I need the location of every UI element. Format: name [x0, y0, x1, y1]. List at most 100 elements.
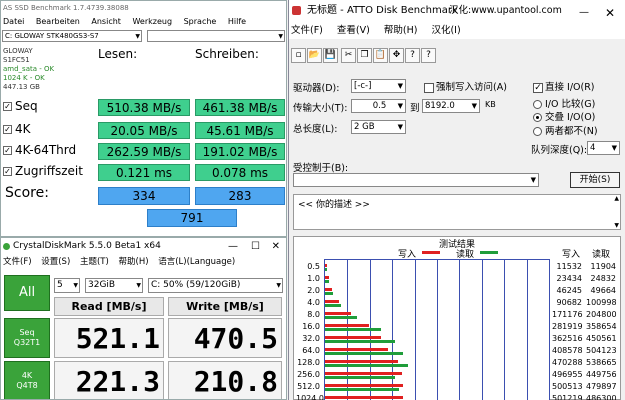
atto-menu-help[interactable]: 帮助(H): [384, 25, 418, 36]
menu-hilfe[interactable]: Hilfe: [228, 17, 246, 26]
help-icon[interactable]: ?: [405, 48, 420, 63]
drive-select[interactable]: C: GLOWAY STK480GS3-S7 ▼: [2, 30, 142, 42]
description-box[interactable]: << 你的描述 >> ▲ ▼: [293, 194, 621, 230]
read-value: 204800: [586, 310, 617, 319]
write-value: 500513: [552, 382, 583, 391]
menu-bearbeiten[interactable]: Bearbeiten: [36, 17, 80, 26]
count-select[interactable]: 5 ▼: [54, 278, 80, 293]
size-select[interactable]: 32GiB ▼: [85, 278, 143, 293]
paste-icon[interactable]: 📋: [373, 48, 388, 63]
driver-status: amd_sata - OK: [3, 65, 55, 73]
write-bar: [325, 276, 329, 279]
y-tick-label: 512.0: [297, 382, 320, 391]
checkbox-icon[interactable]: ✓: [3, 125, 12, 134]
overlap-io-option[interactable]: 交叠 I/O(O): [533, 109, 595, 123]
read-value: 486300: [586, 394, 617, 400]
close-icon[interactable]: ✕: [605, 2, 615, 24]
button-sublabel: Q32T1: [13, 338, 41, 347]
row-4k[interactable]: ✓ 4K: [3, 122, 31, 136]
minimize-icon[interactable]: —: [228, 238, 238, 255]
transfer-from-combo[interactable]: 0.5 ▼: [351, 99, 406, 113]
controlled-by-combo[interactable]: ▼: [293, 173, 539, 187]
atto-url: 汉化:www.upantool.com: [449, 5, 562, 16]
drive-value: C: 50% (59/120GiB): [151, 280, 241, 290]
close-icon[interactable]: ✕: [272, 238, 280, 255]
menu-werkzeug[interactable]: Werkzeug: [132, 17, 172, 26]
save-icon[interactable]: 💾: [323, 48, 338, 63]
drive-model: GLOWAY: [3, 47, 33, 55]
queue-depth-label: 队列深度(Q):: [531, 145, 588, 156]
cdm-menu-help[interactable]: 帮助(H): [119, 257, 149, 267]
seq-q32t1-button[interactable]: Seq Q32T1: [4, 318, 50, 358]
new-icon[interactable]: ▫: [291, 48, 306, 63]
row-4k-64thrd[interactable]: ✓ 4K-64Thrd: [3, 143, 76, 157]
start-button[interactable]: 开始(S): [570, 172, 620, 188]
cdm-menu-language[interactable]: 语言(L)(Language): [158, 257, 235, 267]
move-icon[interactable]: ✥: [389, 48, 404, 63]
radio-icon[interactable]: [533, 127, 542, 136]
atto-menu-view[interactable]: 查看(V): [337, 25, 370, 36]
write-column-header: Schreiben:: [195, 47, 259, 61]
write-value: 281919: [552, 322, 583, 331]
queue-depth-value: 4: [590, 143, 596, 153]
open-icon[interactable]: 📂: [307, 48, 322, 63]
cdm-titlebar: CrystalDiskMark 5.5.0 Beta1 x64 — ☐ ✕: [1, 238, 286, 255]
transfer-to-combo[interactable]: 8192.0 ▼: [422, 99, 480, 113]
kb-unit: KB: [485, 100, 496, 109]
4k-q4t8-button[interactable]: 4K Q4T8: [4, 361, 50, 399]
drive-select[interactable]: C: 50% (59/120GiB) ▼: [148, 278, 283, 293]
y-tick-label: 256.0: [297, 370, 320, 379]
atto-menu-file[interactable]: 文件(F): [291, 25, 323, 36]
row-seq[interactable]: ✓ Seq: [3, 99, 38, 113]
radio-selected-icon[interactable]: [533, 113, 542, 122]
force-write-option[interactable]: 强制写入访问(A): [424, 79, 507, 93]
cut-icon[interactable]: ✂: [341, 48, 356, 63]
controlled-by-label: 受控制于(B):: [293, 163, 349, 174]
total-length-value: 2 GB: [354, 122, 375, 132]
minimize-icon[interactable]: —: [579, 2, 589, 24]
io-compare-option[interactable]: I/O 比较(G): [533, 96, 595, 110]
read-value: 449756: [586, 370, 617, 379]
cdm-menu-settings[interactable]: 设置(S): [41, 257, 70, 267]
y-tick-label: 1024.0: [296, 394, 324, 400]
cdm-menu-theme[interactable]: 主题(T): [80, 257, 109, 267]
drive-combo[interactable]: [-c-] ▼: [351, 79, 406, 93]
neither-option[interactable]: 两者都不(N): [533, 123, 598, 137]
size-value: 32GiB: [88, 280, 116, 290]
seq-read-value: 510.38 MB/s: [98, 99, 190, 116]
checkbox-icon[interactable]: [424, 82, 434, 93]
all-button[interactable]: All: [4, 275, 50, 311]
scroll-up-icon[interactable]: ▲: [614, 195, 619, 202]
neither-label: 两者都不(N): [545, 126, 598, 137]
row-label: Seq: [15, 99, 38, 113]
cdm-menubar: 文件(F) 设置(S) 主题(T) 帮助(H) 语言(L)(Language): [1, 255, 286, 269]
atto-window: 无标题 - ATTO Disk Benchmark 汉化:www.upantoo…: [288, 0, 625, 400]
checkbox-checked-icon[interactable]: ✓: [533, 82, 543, 93]
read-value: 100998: [586, 298, 617, 307]
checkbox-icon[interactable]: ✓: [3, 146, 12, 155]
queue-depth-combo[interactable]: 4 ▼: [587, 141, 620, 155]
copy-icon[interactable]: ❐: [357, 48, 372, 63]
direct-io-option[interactable]: ✓ 直接 I/O(R): [533, 79, 595, 93]
read-bar: [325, 364, 408, 367]
chevron-down-icon: ▼: [73, 282, 78, 289]
checkbox-icon[interactable]: ✓: [3, 102, 12, 111]
chart-gridline: [482, 260, 483, 400]
total-length-combo[interactable]: 2 GB ▼: [351, 120, 406, 134]
read-bar: [325, 376, 395, 379]
cdm-menu-file[interactable]: 文件(F): [3, 257, 32, 267]
menu-datei[interactable]: Datei: [3, 17, 24, 26]
score-label: Score:: [5, 185, 49, 201]
context-help-icon[interactable]: ?: [421, 48, 436, 63]
maximize-icon[interactable]: ☐: [251, 238, 260, 255]
cdm-app-icon: [3, 243, 10, 250]
size-select[interactable]: ▼: [147, 30, 285, 42]
scroll-down-icon[interactable]: ▼: [614, 222, 619, 229]
radio-icon[interactable]: [533, 100, 542, 109]
menu-sprache[interactable]: Sprache: [184, 17, 217, 26]
write-column-title: 写入: [562, 250, 581, 260]
checkbox-icon[interactable]: ✓: [3, 167, 12, 176]
menu-ansicht[interactable]: Ansicht: [91, 17, 121, 26]
atto-menu-localize[interactable]: 汉化(I): [431, 25, 460, 36]
row-access-time[interactable]: ✓ Zugriffszeit: [3, 164, 83, 178]
